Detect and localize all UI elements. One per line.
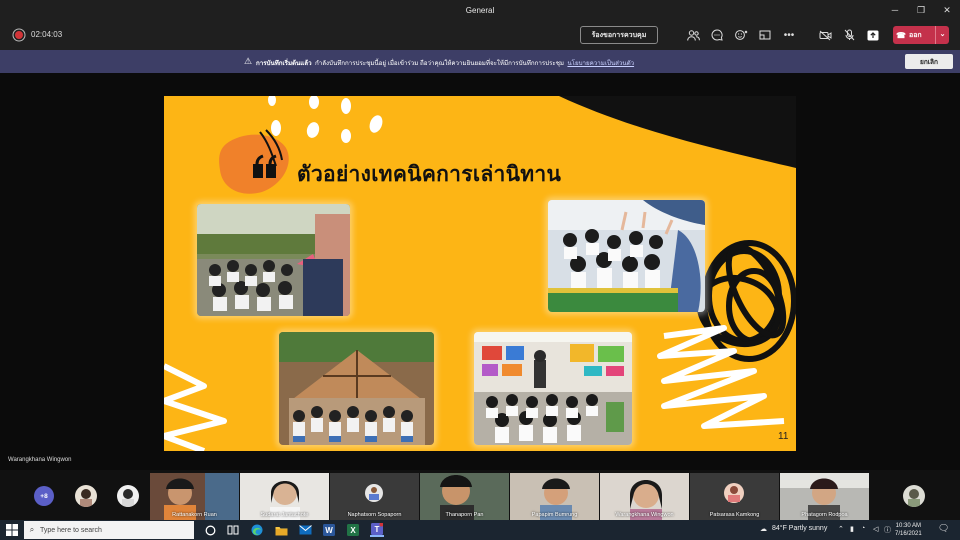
dismiss-button[interactable]: ยกเลิก <box>905 54 953 69</box>
participant-tile[interactable]: Papapim Bumrung <box>510 473 599 520</box>
clock-date: 7/16/2021 <box>895 531 922 537</box>
edge-browser-icon[interactable] <box>250 523 264 537</box>
participant-name: Rattanakorn Ruan <box>172 512 217 518</box>
participant-tile[interactable]: Rattanakorn Ruan <box>150 473 239 520</box>
restore-icon[interactable]: ❐ <box>908 0 934 20</box>
shared-slide: ตัวอย่างเทคนิคการเล่านิทาน 11 <box>164 96 796 451</box>
participant-tile[interactable]: Warangkhana Wingwon <box>600 473 689 520</box>
participant-name: Warangkhana Wingwon <box>615 512 674 518</box>
share-tray-icon[interactable] <box>866 28 880 42</box>
participant-tile[interactable]: Thanaporn Pan <box>420 473 509 520</box>
file-explorer-icon[interactable] <box>274 523 288 537</box>
request-control-button[interactable]: ร้องขอการควบคุม <box>580 26 658 44</box>
participant-tile[interactable]: Phatagorn Rodpoa <box>780 473 869 520</box>
participant-tile[interactable]: Patsarasa Kamkong <box>690 473 779 520</box>
battery-icon[interactable]: ▮ <box>850 525 854 533</box>
avatar[interactable] <box>903 485 925 507</box>
teams-meeting-window: General ─ ❐ ✕ 02:04:03 ร้องขอการควบคุม •… <box>0 0 960 540</box>
recording-indicator-icon <box>15 31 23 39</box>
window-controls: ─ ❐ ✕ <box>882 0 960 20</box>
taskbar-search-box[interactable]: ⌕ Type here to search <box>24 521 194 539</box>
slide-photo-indoor-classroom <box>474 332 632 445</box>
camera-off-icon[interactable] <box>818 28 832 42</box>
people-icon[interactable] <box>686 28 700 42</box>
avatar[interactable] <box>117 485 139 507</box>
slide-title: ตัวอย่างเทคนิคการเล่านิทาน <box>297 163 562 186</box>
close-icon[interactable]: ✕ <box>934 0 960 20</box>
recording-banner: ⚠ การบันทึกเริ่มต้นแล้ว กำลังบันทึกการปร… <box>0 50 960 73</box>
mic-off-icon[interactable] <box>842 28 856 42</box>
window-title: General <box>465 5 495 15</box>
clock-time: 10:30 AM <box>895 523 922 529</box>
teams-icon[interactable]: T <box>370 523 384 537</box>
weather-text[interactable]: 84°F Partly sunny <box>772 525 827 532</box>
participant-name: Sudarat Jantachote <box>260 512 309 518</box>
phone-hangup-icon: ☎ <box>896 30 906 40</box>
meeting-toolbar: 02:04:03 ร้องขอการควบคุม ••• ☎ ออก ⌄ <box>0 20 960 50</box>
notifications-icon[interactable]: 🗨 <box>938 523 949 534</box>
participant-name: Papapim Bumrung <box>531 512 578 518</box>
reactions-icon[interactable] <box>734 28 748 42</box>
banner-message: การบันทึกเริ่มต้นแล้ว กำลังบันทึกการประช… <box>256 58 634 68</box>
svg-text:W: W <box>325 526 333 535</box>
slide-photo-storytelling-hut <box>279 332 434 445</box>
windows-start-icon[interactable] <box>6 524 18 536</box>
banner-title: การบันทึกเริ่มต้นแล้ว <box>256 60 312 67</box>
language-icon[interactable]: ⓘ <box>884 525 891 535</box>
warning-icon: ⚠ <box>244 56 253 66</box>
slide-page-number: 11 <box>778 431 789 442</box>
slide-photo-classroom-hands <box>548 200 705 312</box>
participant-name: Patsarasa Kamkong <box>709 512 760 518</box>
presenter-name: Warangkhana Wingwon <box>8 457 72 463</box>
participant-name: Phatagorn Rodpoa <box>801 512 848 518</box>
leave-label: ออก <box>909 31 922 39</box>
participant-tile[interactable]: Naphatsorn Sopaporn <box>330 473 419 520</box>
meeting-timer: 02:04:03 <box>31 30 63 39</box>
chevron-up-icon[interactable]: ⌃ <box>838 525 844 533</box>
search-placeholder: Type here to search <box>40 526 102 534</box>
taskbar: ⌕ Type here to search W X T ☁ 84°F Partl… <box>0 520 960 540</box>
excel-icon[interactable]: X <box>346 523 360 537</box>
svg-text:X: X <box>350 526 356 535</box>
title-bar: General ─ ❐ ✕ <box>0 0 960 20</box>
word-icon[interactable]: W <box>322 523 336 537</box>
task-view-icon[interactable] <box>226 523 240 537</box>
participant-name: Naphatsorn Sopaporn <box>347 512 402 518</box>
chat-icon[interactable] <box>710 28 724 42</box>
more-icon[interactable]: ••• <box>782 28 796 42</box>
cortana-icon[interactable] <box>203 523 217 537</box>
mail-icon[interactable] <box>298 523 312 537</box>
search-icon: ⌕ <box>29 525 35 534</box>
chevron-down-icon[interactable]: ⌄ <box>935 26 949 44</box>
svg-text:T: T <box>375 525 380 534</box>
taskbar-clock[interactable]: 10:30 AM 7/16/2021 <box>895 522 922 538</box>
volume-icon[interactable]: ◁ <box>873 525 878 533</box>
participant-name: Thanaporn Pan <box>445 512 484 518</box>
banner-text: กำลังบันทึกการประชุมนี้อยู่ เมื่อเข้าร่ว… <box>315 60 564 67</box>
privacy-policy-link[interactable]: นโยบายความเป็นส่วนตัว <box>567 60 634 67</box>
weather-icon[interactable]: ☁ <box>760 525 767 533</box>
rooms-icon[interactable] <box>758 28 772 42</box>
avatar[interactable] <box>75 485 97 507</box>
wifi-icon[interactable]: ◔ <box>861 525 865 532</box>
leave-button[interactable]: ☎ ออก ⌄ <box>893 26 949 44</box>
more-participants-badge[interactable]: +8 <box>34 486 54 506</box>
participant-tile[interactable]: Sudarat Jantachote <box>240 473 329 520</box>
minimize-icon[interactable]: ─ <box>882 0 908 20</box>
slide-photo-children-outdoor <box>197 204 350 316</box>
